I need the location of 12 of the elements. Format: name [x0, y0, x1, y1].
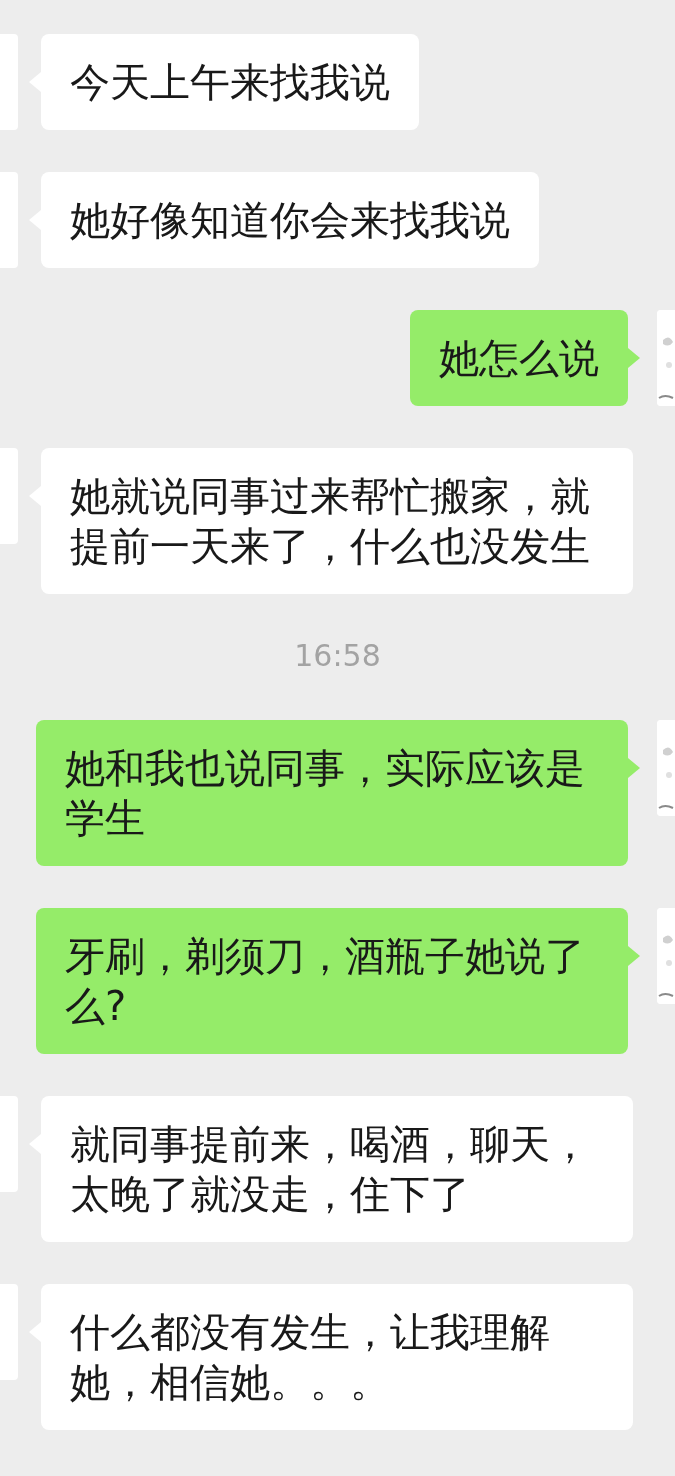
message-bubble[interactable]: 牙刷，剃须刀，酒瓶子她说了么? [36, 908, 628, 1054]
message-bubble[interactable]: 今天上午来找我说 [41, 34, 419, 130]
message-bubble[interactable]: 她好像知道你会来找我说 [41, 172, 539, 268]
message-bubble[interactable]: 什么都没有发生，让我理解她，相信她。。。 [41, 1284, 633, 1430]
bubble-tail [628, 758, 640, 778]
message-bubble[interactable]: 就同事提前来，喝酒，聊天，太晚了就没走，住下了 [41, 1096, 633, 1242]
timestamp: 16:58 [294, 637, 381, 675]
bubble-tail [628, 946, 640, 966]
message-bubble[interactable]: 她和我也说同事，实际应该是学生 [36, 720, 628, 866]
bubble-tail [628, 348, 640, 368]
message-bubble[interactable]: 她就说同事过来帮忙搬家，就提前一天来了，什么也没发生 [41, 448, 633, 594]
message-bubble[interactable]: 她怎么说 [410, 310, 628, 406]
